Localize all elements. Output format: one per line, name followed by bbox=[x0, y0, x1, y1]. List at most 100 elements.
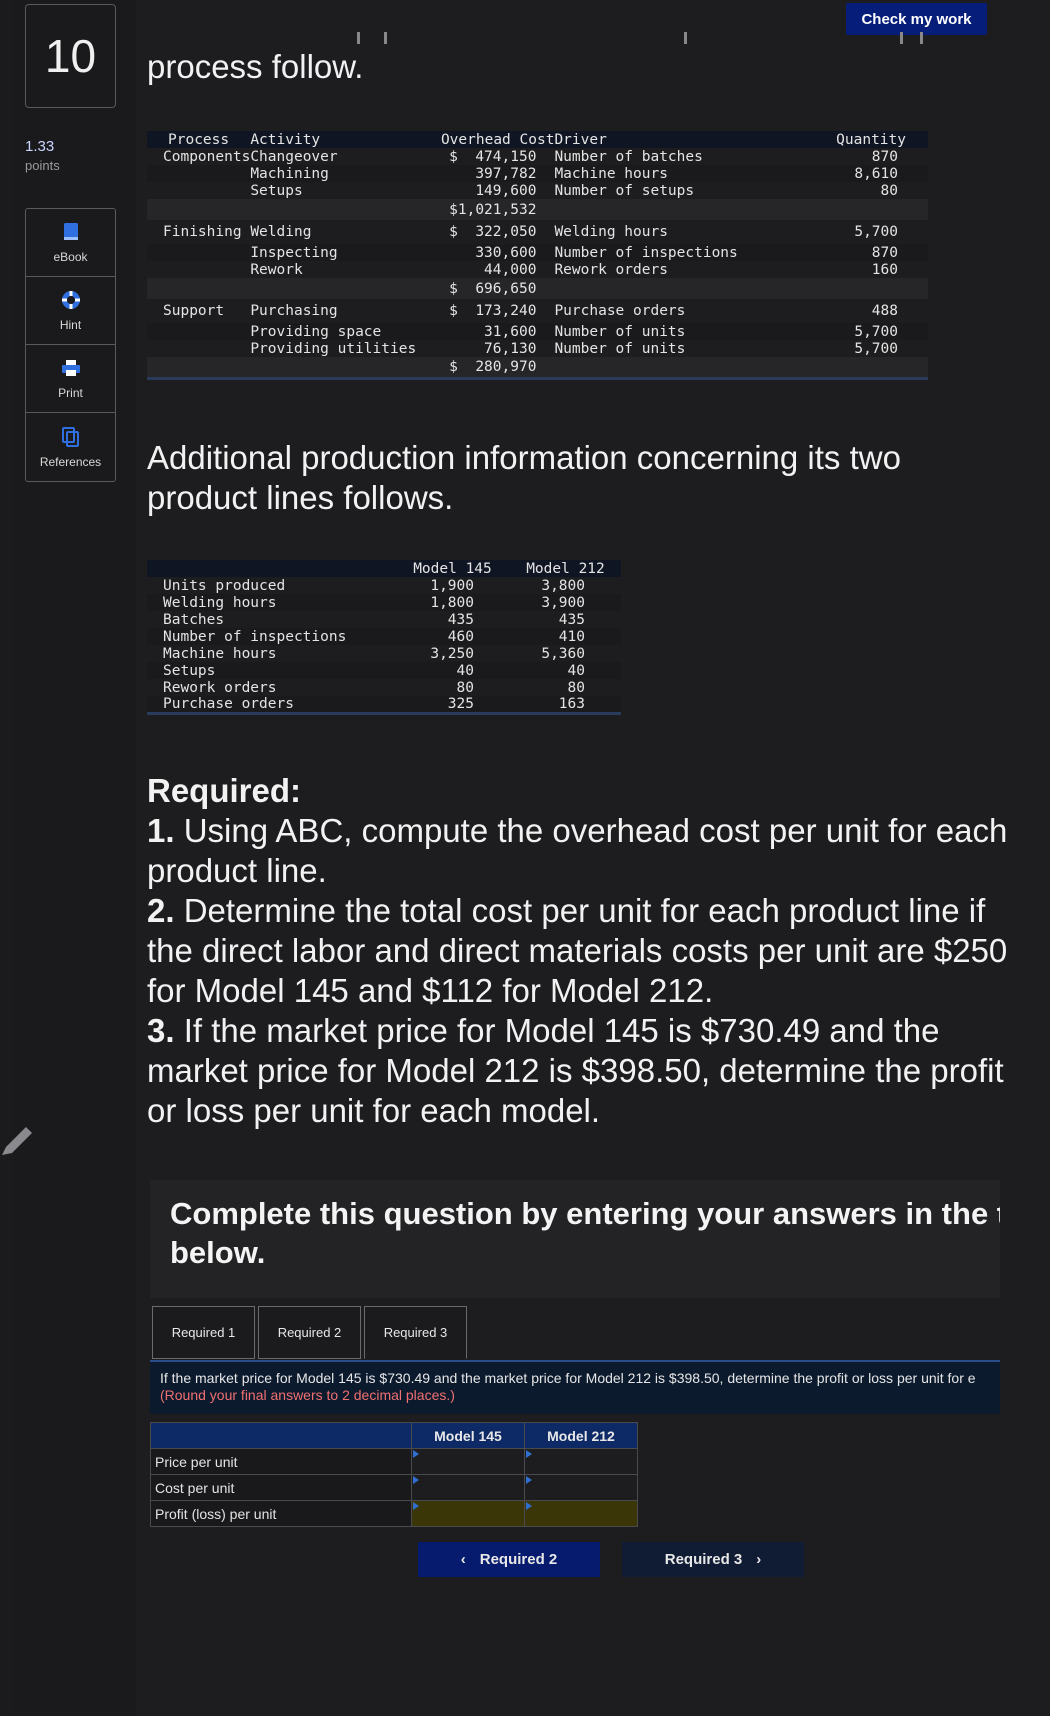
production-row: Purchase orders 325 163 bbox=[147, 696, 621, 714]
overhead-cell: Inspecting bbox=[250, 244, 338, 261]
overhead-cell bbox=[147, 165, 250, 182]
cost-model-145-input[interactable] bbox=[411, 1474, 525, 1501]
overhead-cell: Rework bbox=[250, 261, 303, 278]
profit-model-212-input[interactable] bbox=[524, 1500, 638, 1527]
price-model-145-input[interactable] bbox=[411, 1448, 525, 1475]
required-item-2: 2. Determine the total cost per unit for… bbox=[147, 892, 1008, 1009]
overhead-cell: Providing utilities bbox=[250, 340, 417, 357]
overhead-cell bbox=[250, 278, 441, 299]
overhead-cell: $ 474,150 bbox=[449, 148, 537, 165]
production-cell: 40 bbox=[456, 662, 474, 679]
question-number: 10 bbox=[25, 4, 116, 108]
tab-required-2[interactable]: Required 2 bbox=[258, 1306, 361, 1359]
references-button[interactable]: References bbox=[26, 413, 115, 481]
hint-button[interactable]: Hint bbox=[26, 277, 115, 345]
price-model-212-input[interactable] bbox=[524, 1448, 638, 1475]
overhead-cell: 31,600 bbox=[484, 323, 537, 340]
production-cell: 435 bbox=[447, 611, 474, 628]
overhead-cell: 160 bbox=[871, 261, 898, 278]
answer-header-model-145: Model 145 bbox=[411, 1422, 525, 1449]
overhead-row: $ 280,970 bbox=[147, 357, 928, 378]
overhead-cell bbox=[554, 357, 784, 378]
production-cell: Machine hours bbox=[163, 645, 277, 662]
overhead-cell: Number of inspections bbox=[554, 244, 738, 261]
production-cell: 1,900 bbox=[430, 577, 474, 594]
overhead-cell: Number of units bbox=[554, 340, 686, 357]
overhead-row: Components Changeover $ 474,150 Number of b… bbox=[147, 148, 928, 165]
overhead-cell: 488 bbox=[871, 303, 898, 319]
production-cell: 1,800 bbox=[430, 594, 474, 611]
ebook-label: eBook bbox=[53, 250, 88, 264]
tab-required-1[interactable]: Required 1 bbox=[152, 1306, 255, 1359]
overhead-cell: 5,700 bbox=[854, 224, 898, 240]
rounding-note: (Round your final answers to 2 decimal p… bbox=[160, 1387, 455, 1403]
overhead-header-cell: Overhead Cost bbox=[440, 131, 555, 148]
prev-required-button[interactable]: ‹ Required 2 bbox=[418, 1542, 600, 1577]
left-edge-bar bbox=[0, 0, 14, 1716]
production-row: Batches 435 435 bbox=[147, 611, 621, 628]
check-my-work-button[interactable]: Check my work bbox=[846, 3, 987, 35]
overhead-cell: Purchase orders bbox=[554, 303, 686, 319]
complete-question-banner: Complete this question by entering your … bbox=[150, 1180, 1000, 1298]
overhead-cell bbox=[147, 323, 250, 340]
overhead-header-row: Process Activity Overhead Cost Driver Quanti… bbox=[147, 131, 928, 148]
production-cell: 40 bbox=[567, 662, 585, 679]
overhead-cell: 149,600 bbox=[475, 182, 537, 199]
overhead-cell: 8,610 bbox=[854, 165, 898, 182]
required-item-1: 1. Using ABC, compute the overhead cost … bbox=[147, 812, 1008, 889]
overhead-cell: $ 173,240 bbox=[449, 303, 537, 319]
production-cell: 5,360 bbox=[541, 645, 585, 662]
overhead-cell bbox=[554, 278, 784, 299]
production-cell: 163 bbox=[558, 696, 585, 712]
production-header-row: Model 145 Model 212 bbox=[147, 560, 621, 577]
overhead-row: $ 696,650 bbox=[147, 278, 928, 299]
hint-label: Hint bbox=[59, 318, 82, 332]
cost-model-212-input[interactable] bbox=[524, 1474, 638, 1501]
overhead-cell bbox=[147, 357, 250, 378]
profit-model-145-input[interactable] bbox=[411, 1500, 525, 1527]
overhead-cell: Machining bbox=[250, 165, 329, 182]
overhead-row: Providing utilities 76,130 Number of units… bbox=[147, 340, 928, 357]
production-cell: Welding hours bbox=[163, 594, 277, 611]
production-row: Machine hours 3,250 5,360 bbox=[147, 645, 621, 662]
overhead-cell bbox=[147, 340, 250, 357]
overhead-cell: $ 696,650 bbox=[449, 280, 537, 297]
overhead-row: $1,021,532 bbox=[147, 199, 928, 220]
overhead-cell: $1,021,532 bbox=[449, 201, 537, 218]
overhead-header-cell: Driver bbox=[554, 131, 607, 148]
clipped-text-fragment bbox=[684, 32, 687, 44]
pencil-icon[interactable] bbox=[0, 1125, 34, 1159]
next-required-button[interactable]: Required 3 › bbox=[622, 1542, 804, 1577]
row-label-cost: Cost per unit bbox=[150, 1474, 412, 1501]
overhead-cell: 76,130 bbox=[484, 340, 537, 357]
overhead-cell: 870 bbox=[871, 244, 898, 261]
overhead-row: Inspecting 330,600 Number of inspections 87… bbox=[147, 244, 928, 261]
overhead-cell: Number of setups bbox=[554, 182, 695, 199]
production-cell: 435 bbox=[558, 611, 585, 628]
overhead-cell bbox=[785, 199, 928, 220]
overhead-cell: 330,600 bbox=[475, 244, 537, 261]
overhead-cell: Support bbox=[163, 303, 225, 319]
answer-header-model-212: Model 212 bbox=[524, 1422, 638, 1449]
copy-icon bbox=[61, 426, 79, 447]
required-section: Required: 1. Using ABC, compute the over… bbox=[147, 771, 1017, 1131]
overhead-cell: Providing space bbox=[250, 323, 382, 340]
points-value: 1.33 bbox=[25, 138, 55, 155]
production-cell: 3,800 bbox=[541, 577, 585, 594]
additional-info-text: Additional production information concer… bbox=[147, 439, 901, 516]
overhead-header-cell: Process bbox=[168, 131, 230, 148]
overhead-row: Rework 44,000 Rework orders 160 bbox=[147, 261, 928, 278]
overhead-row: Finishing Welding $ 322,050 Welding hours 5,… bbox=[147, 220, 928, 244]
print-button[interactable]: Print bbox=[26, 345, 115, 413]
overhead-cell: 5,700 bbox=[854, 340, 898, 357]
production-cell: 80 bbox=[567, 679, 585, 696]
tab-required-3[interactable]: Required 3 bbox=[364, 1306, 467, 1359]
overhead-cell: 397,782 bbox=[475, 165, 537, 182]
tool-panel: eBook Hint Print References bbox=[25, 208, 116, 482]
overhead-cell bbox=[250, 357, 441, 378]
ebook-button[interactable]: eBook bbox=[26, 209, 115, 277]
print-label: Print bbox=[58, 386, 83, 400]
clipped-text-fragment bbox=[900, 32, 903, 44]
production-row: Welding hours 1,800 3,900 bbox=[147, 594, 621, 611]
overhead-cell: Finishing bbox=[163, 224, 242, 240]
